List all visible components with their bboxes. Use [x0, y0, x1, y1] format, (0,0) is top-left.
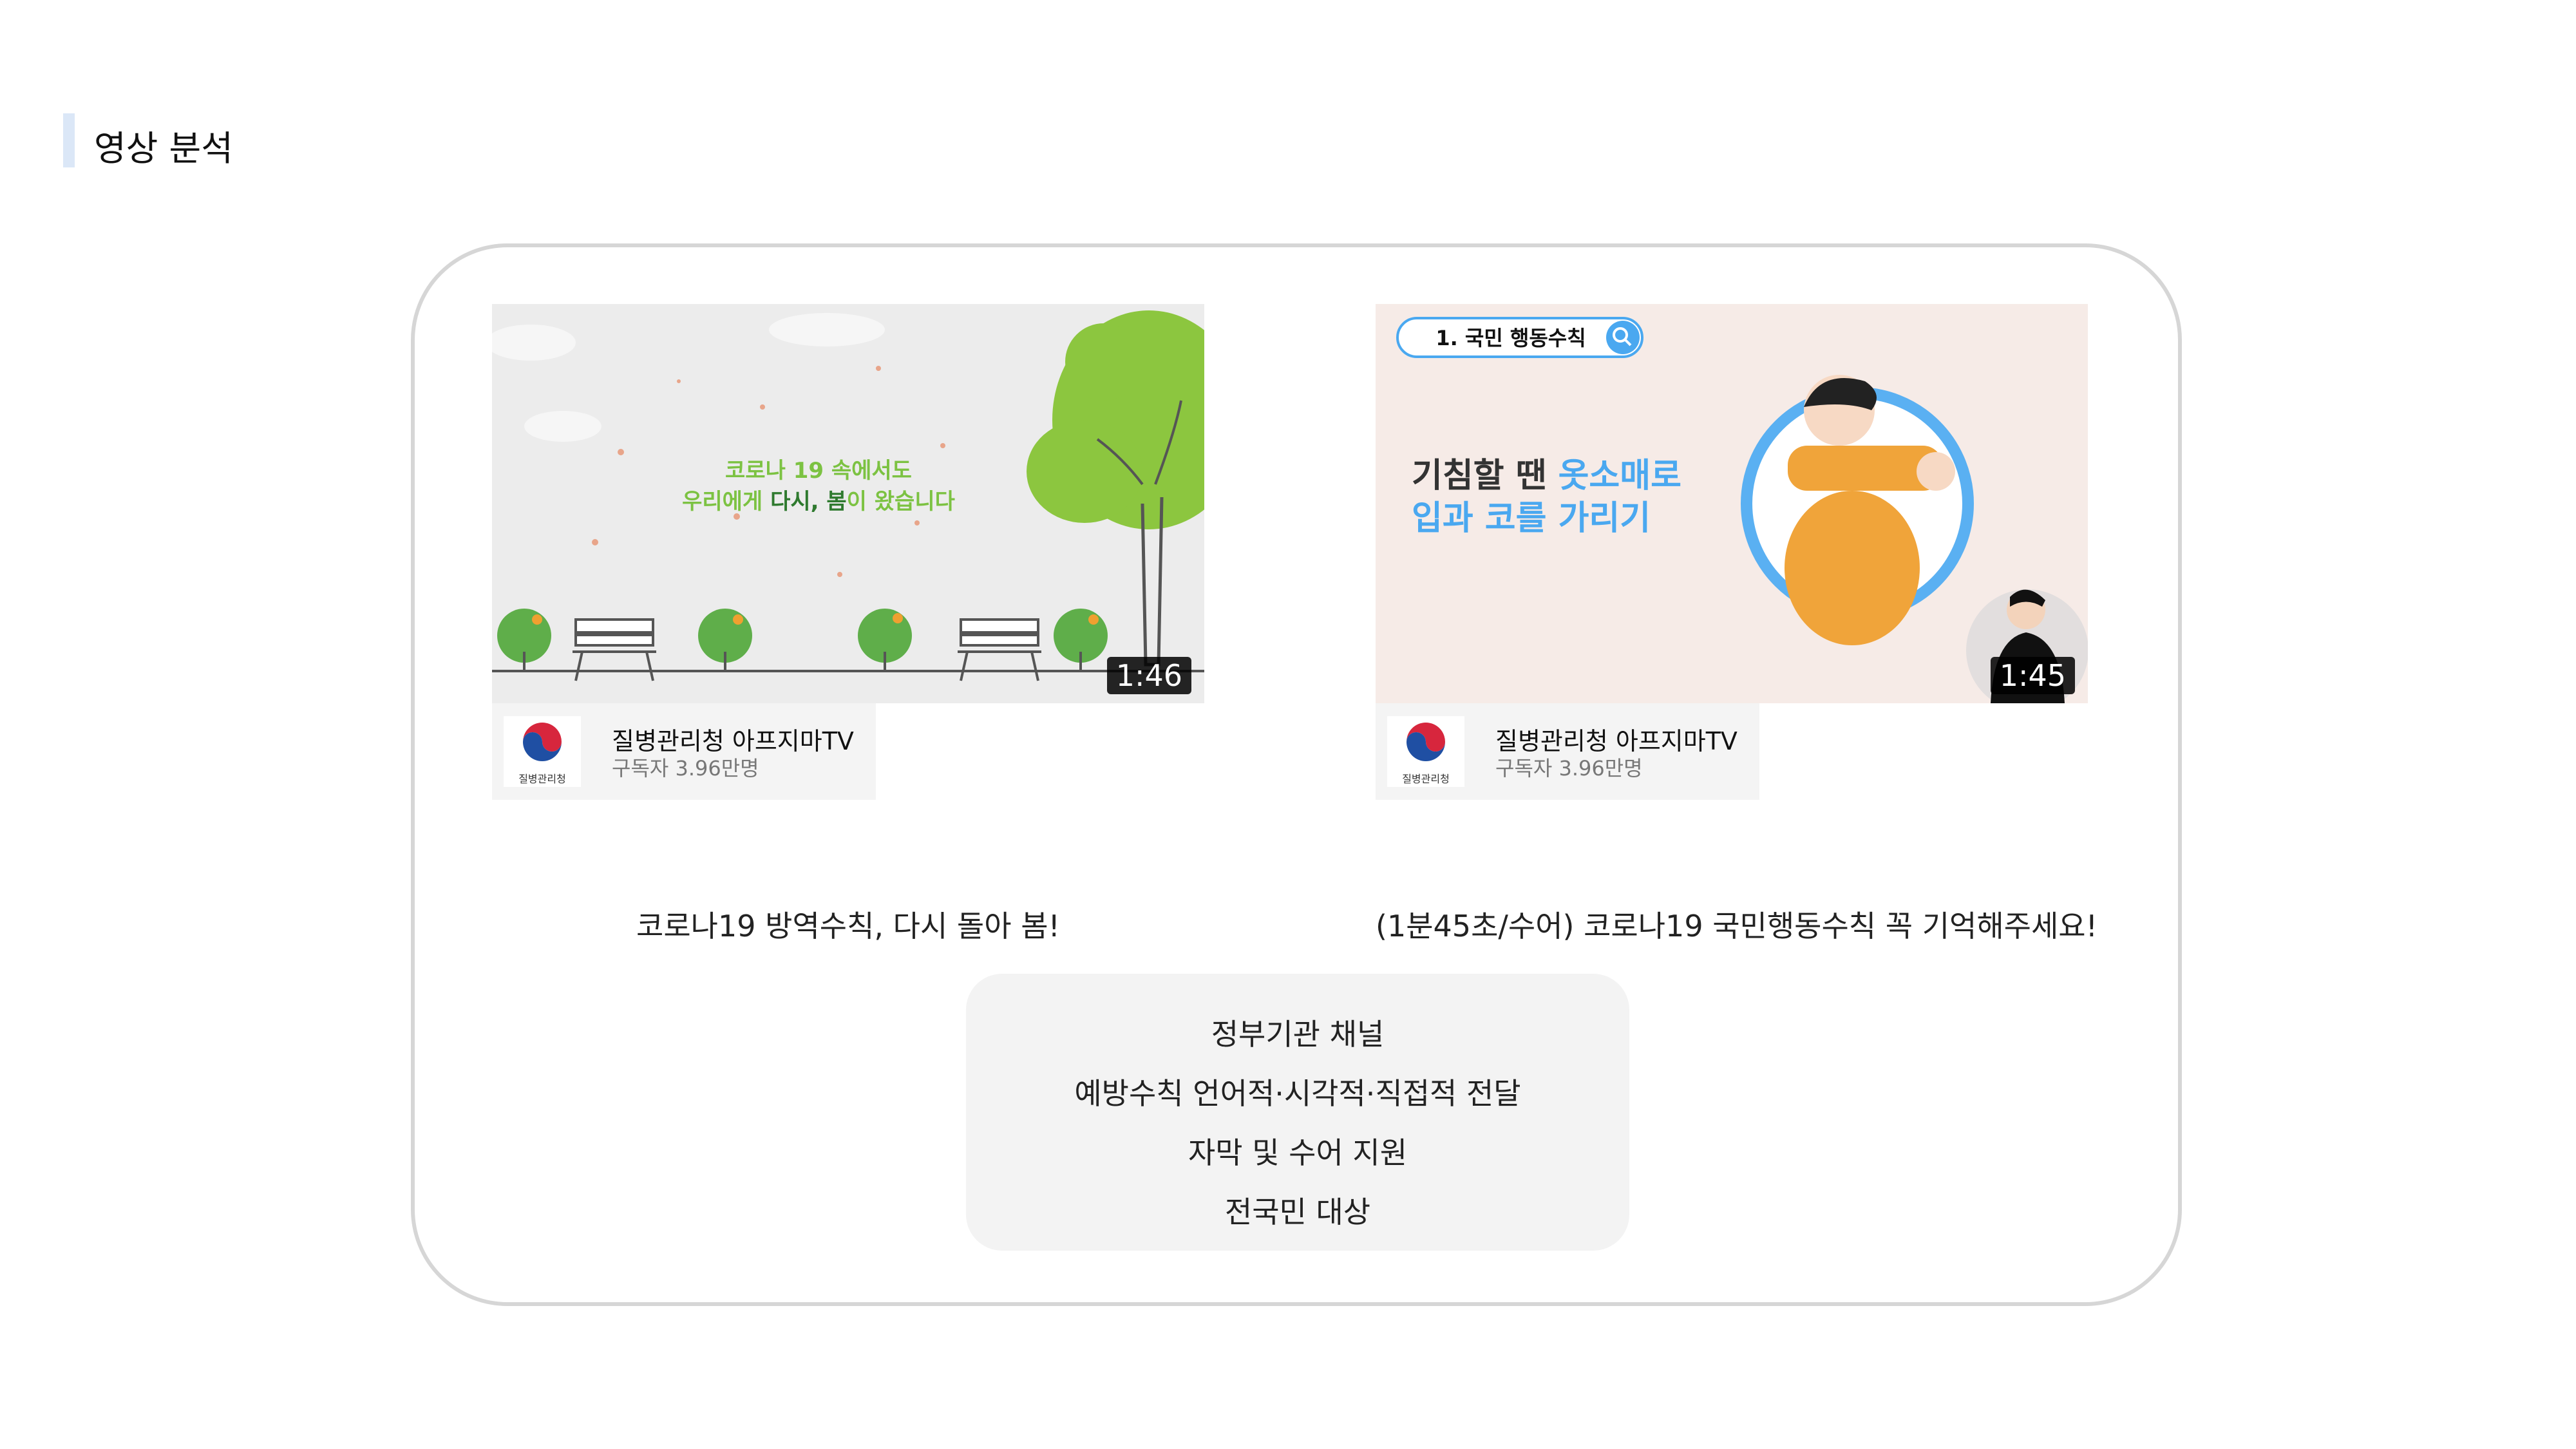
- video-duration-badge: 1:46: [1106, 657, 1191, 694]
- summary-line: 정부기관 채널: [1211, 1017, 1385, 1052]
- kdca-logo: 질병관리청: [504, 716, 581, 787]
- video-analysis-panel: 코로나 19 속에서도 우리에게 다시, 봄이 왔습니다 1:46 질병관리청 …: [411, 243, 2182, 1306]
- thumbnail-2-line2b: 가리기: [1558, 499, 1651, 538]
- video-thumbnail-2[interactable]: 1. 국민 행동수칙 기침할 땐 옷소매로 입과 코를 가리기 1:45: [1376, 304, 2088, 703]
- svg-text:입과 코를 가리기: 입과 코를 가리기: [1412, 499, 1651, 538]
- svg-text:우리에게 다시, 봄이 왔습니다: 우리에게 다시, 봄이 왔습니다: [682, 489, 955, 515]
- thumbnail-2-line1a: 기침할 땐: [1412, 457, 1558, 495]
- channel-subscribers: 구독자 3.96만명: [612, 756, 759, 781]
- thumbnail-2-line1b: 옷소매로: [1558, 457, 1681, 495]
- thumbnail-1-line2b: 다시, 봄: [770, 489, 847, 515]
- channel-row[interactable]: 질병관리청 질병관리청 아프지마TV 구독자 3.96만명: [1376, 703, 1759, 800]
- thumbnail-2-line2a: 입과 코를: [1412, 499, 1558, 538]
- channel-name[interactable]: 질병관리청 아프지마TV: [1495, 721, 1738, 757]
- section-title: 영상 분석: [94, 128, 233, 169]
- kdca-logo: 질병관리청: [1387, 716, 1464, 787]
- video-title[interactable]: 코로나19 방역수칙, 다시 돌아 봄!: [492, 903, 1204, 945]
- thumbnail-1-line1: 코로나 19 속에서도: [725, 458, 912, 484]
- thumbnail-1-line2a: 우리에게: [682, 489, 770, 515]
- video-card-1[interactable]: 코로나 19 속에서도 우리에게 다시, 봄이 왔습니다 1:46 질병관리청 …: [492, 304, 1204, 943]
- video-duration-badge: 1:45: [1990, 657, 2075, 694]
- summary-line: 예방수칙 언어적·시각적·직접적 전달: [1074, 1076, 1521, 1111]
- taegeuk-icon: [1406, 723, 1445, 761]
- video-card-2[interactable]: 1. 국민 행동수칙 기침할 땐 옷소매로 입과 코를 가리기 1:45 질병관…: [1376, 304, 2098, 943]
- channel-subscribers: 구독자 3.96만명: [1495, 756, 1643, 781]
- taegeuk-icon: [523, 723, 562, 761]
- video-thumbnail-1[interactable]: 코로나 19 속에서도 우리에게 다시, 봄이 왔습니다 1:46: [492, 304, 1204, 703]
- video-title[interactable]: (1분45초/수어) 코로나19 국민행동수칙 꼭 기억해주세요!: [1376, 903, 2098, 945]
- logo-caption: 질병관리청: [518, 773, 566, 785]
- channel-name[interactable]: 질병관리청 아프지마TV: [612, 721, 854, 757]
- summary-line: 전국민 대상: [1224, 1195, 1371, 1229]
- channel-row[interactable]: 질병관리청 질병관리청 아프지마TV 구독자 3.96만명: [492, 703, 876, 800]
- section-accent-bar: [63, 113, 75, 167]
- svg-text:기침할 땐 옷소매로: 기침할 땐 옷소매로: [1412, 457, 1681, 495]
- summary-line: 자막 및 수어 지원: [1188, 1135, 1408, 1170]
- thumbnail-1-line2c: 이 왔습니다: [847, 489, 955, 515]
- logo-caption: 질병관리청: [1402, 773, 1450, 785]
- summary-box: 정부기관 채널 예방수칙 언어적·시각적·직접적 전달 자막 및 수어 지원 전…: [966, 974, 1629, 1251]
- thumbnail-2-badge: 1. 국민 행동수칙: [1435, 326, 1586, 350]
